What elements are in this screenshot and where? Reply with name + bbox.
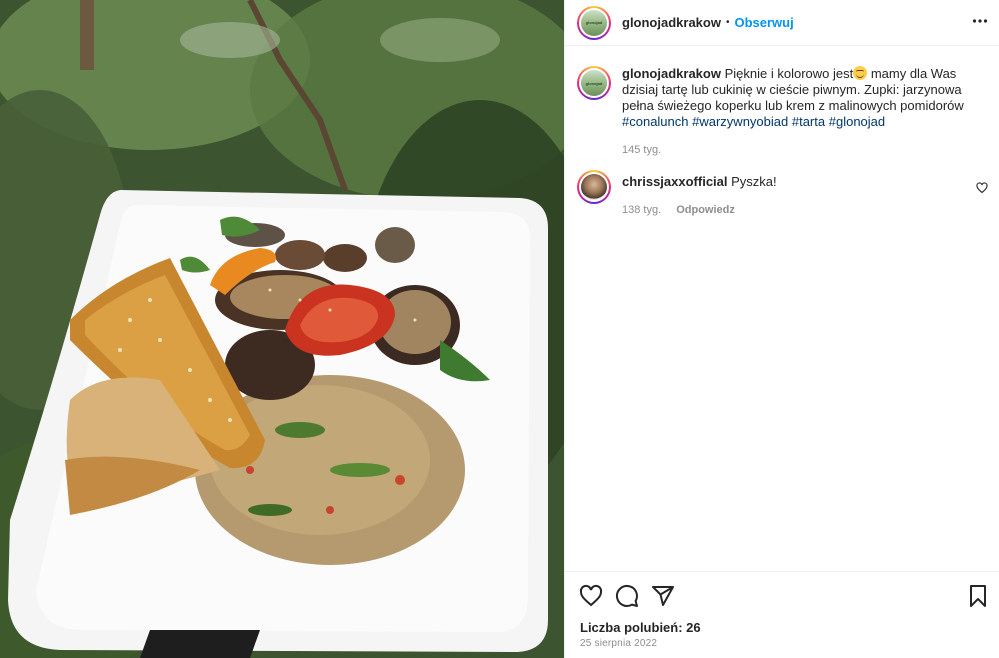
- comment-like-heart-icon[interactable]: [976, 182, 988, 197]
- comment-item: chrissjaxxofficial Pyszka! 138 tyg. Odpo…: [577, 170, 992, 218]
- hashtag[interactable]: #conalunch: [622, 114, 689, 129]
- reply-button[interactable]: Odpowiedz: [676, 204, 735, 216]
- hashtag[interactable]: #warzywnyobiad: [692, 114, 788, 129]
- comment-time[interactable]: 138 tyg.: [622, 204, 661, 216]
- caption: glonojad glonojadkrakow Pięknie i koloro…: [577, 66, 992, 158]
- hashtag[interactable]: #glonojad: [829, 114, 885, 129]
- caption-author-avatar[interactable]: glonojad: [577, 66, 611, 100]
- caption-time[interactable]: 145 tyg.: [622, 144, 661, 156]
- post-sidebar: glonojad glonojadkrakow • Obserwuj glono…: [564, 0, 999, 658]
- post-photo[interactable]: [0, 0, 564, 658]
- bookmark-icon[interactable]: [966, 584, 990, 611]
- follow-button[interactable]: Obserwuj: [734, 15, 793, 30]
- post-actions: Liczba polubień: 26 25 sierpnia 2022: [565, 571, 999, 658]
- author-avatar[interactable]: glonojad: [577, 5, 611, 40]
- comment-text: Pyszka!: [731, 174, 777, 189]
- caption-avatar-logo-text: glonojad: [585, 80, 603, 86]
- post-header: glonojad glonojadkrakow • Obserwuj: [565, 0, 999, 46]
- caption-author[interactable]: glonojadkrakow: [622, 66, 721, 81]
- separator-dot: •: [725, 17, 730, 28]
- more-options-icon[interactable]: [972, 13, 988, 32]
- send-icon[interactable]: [651, 584, 675, 611]
- commenter-username[interactable]: chrissjaxxofficial: [622, 174, 728, 189]
- author-username[interactable]: glonojadkrakow: [622, 15, 721, 30]
- hashtag[interactable]: #tarta: [792, 114, 825, 129]
- commenter-avatar[interactable]: [577, 170, 611, 204]
- comment-meta: 138 tyg. Odpowiedz: [622, 202, 972, 218]
- caption-meta: 145 tyg.: [622, 142, 972, 158]
- food-plate-image: [0, 0, 564, 658]
- heart-icon[interactable]: [579, 584, 603, 611]
- caption-text-start: Pięknie i kolorowo jest: [724, 66, 854, 81]
- avatar-logo-text: glonojad: [585, 20, 603, 25]
- like-count[interactable]: Liczba polubień: 26: [580, 620, 701, 635]
- comment-icon[interactable]: [615, 584, 639, 611]
- smile-emoji-icon: [853, 66, 868, 80]
- post-date[interactable]: 25 sierpnia 2022: [580, 638, 657, 649]
